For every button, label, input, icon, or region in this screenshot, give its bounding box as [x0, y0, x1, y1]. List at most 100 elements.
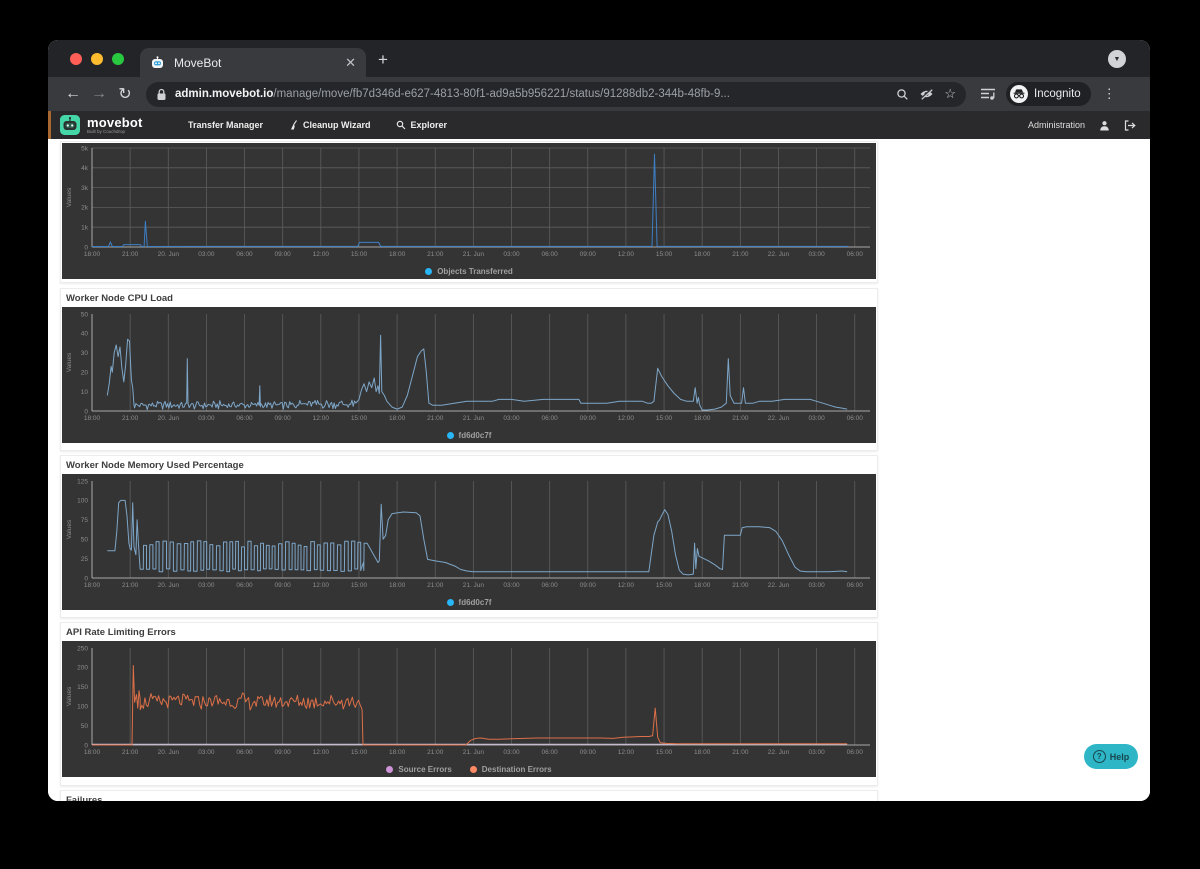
svg-text:30: 30: [81, 350, 89, 357]
svg-text:12:00: 12:00: [313, 251, 330, 258]
browser-tab[interactable]: MoveBot ✕: [140, 48, 366, 77]
svg-text:21. Jun: 21. Jun: [463, 582, 485, 589]
legend-item[interactable]: Source Errors: [386, 765, 452, 774]
svg-text:06:00: 06:00: [542, 251, 559, 258]
api-errors-title: API Rate Limiting Errors: [66, 627, 176, 638]
svg-text:250: 250: [77, 645, 88, 652]
svg-text:21:00: 21:00: [732, 415, 749, 422]
svg-text:21:00: 21:00: [122, 251, 139, 258]
svg-text:03:00: 03:00: [198, 415, 215, 422]
close-window-button[interactable]: [70, 53, 82, 65]
logout-icon[interactable]: [1124, 119, 1136, 131]
svg-text:15:00: 15:00: [656, 749, 673, 756]
svg-text:18:00: 18:00: [389, 415, 406, 422]
browser-menu-icon[interactable]: ⋮: [1103, 86, 1116, 102]
tab-close-icon[interactable]: ✕: [345, 56, 356, 69]
legend-item[interactable]: Destination Errors: [469, 765, 552, 774]
svg-text:18:00: 18:00: [84, 251, 101, 258]
nav-transfer-manager[interactable]: Transfer Manager: [188, 120, 263, 130]
navbar-accent: [48, 111, 51, 139]
search-icon: [397, 120, 406, 130]
svg-text:4k: 4k: [81, 165, 89, 172]
movebot-navbar: movebot Built by Couchdrop Transfer Mana…: [48, 111, 1150, 139]
nav-explorer[interactable]: Explorer: [396, 120, 447, 130]
cpu-load-card: Worker Node CPU Load 0 10 20 30 40 50 18:00 21:…: [60, 288, 878, 451]
minimize-window-button[interactable]: [91, 53, 103, 65]
svg-text:21:00: 21:00: [732, 582, 749, 589]
nav-cleanup-wizard-label: Cleanup Wizard: [303, 120, 371, 130]
zoom-page-icon[interactable]: [896, 88, 909, 101]
user-icon[interactable]: [1099, 120, 1110, 131]
media-controls-icon[interactable]: [980, 87, 996, 101]
new-tab-button[interactable]: +: [378, 50, 388, 70]
tab-title: MoveBot: [174, 55, 222, 70]
svg-text:06:00: 06:00: [542, 582, 559, 589]
objects-transferred-chart: 0 1k 2k 3k 4k 5k 18:00 21:00 20. Jun 03:00 06:00 09…: [62, 143, 876, 279]
svg-text:09:00: 09:00: [275, 415, 292, 422]
legend-item[interactable]: Objects Transferred: [425, 267, 513, 276]
svg-text:06:00: 06:00: [847, 749, 864, 756]
svg-text:21. Jun: 21. Jun: [463, 749, 485, 756]
nav-cleanup-wizard[interactable]: Cleanup Wizard: [289, 120, 370, 130]
svg-text:12:00: 12:00: [618, 251, 635, 258]
svg-text:12:00: 12:00: [313, 582, 330, 589]
svg-text:200: 200: [77, 665, 88, 672]
url-domain: admin.movebot.io: [175, 88, 274, 100]
back-button[interactable]: ←: [60, 85, 86, 103]
memory-used-title: Worker Node Memory Used Percentage: [66, 460, 244, 471]
svg-text:03:00: 03:00: [808, 582, 825, 589]
svg-text:18:00: 18:00: [84, 415, 101, 422]
eye-off-icon[interactable]: [919, 88, 934, 100]
url-path: /manage/move/fb7d346d-e627-4813-80f1-ad9…: [273, 88, 730, 100]
zoom-window-button[interactable]: [112, 53, 124, 65]
reload-button[interactable]: ↻: [112, 84, 138, 104]
bookmark-star-icon[interactable]: ☆: [944, 86, 956, 102]
svg-text:06:00: 06:00: [236, 749, 253, 756]
legend-dot-icon: [446, 432, 454, 439]
svg-text:Values: Values: [66, 352, 73, 372]
svg-text:06:00: 06:00: [847, 582, 864, 589]
svg-text:18:00: 18:00: [84, 582, 101, 589]
svg-text:Values: Values: [66, 686, 73, 706]
legend-dot-icon: [446, 599, 454, 606]
address-bar[interactable]: admin.movebot.io/manage/move/fb7d346d-e6…: [146, 81, 966, 107]
objects-transferred-legend: Objects Transferred: [62, 267, 876, 276]
svg-text:22. Jun: 22. Jun: [768, 582, 790, 589]
svg-text:06:00: 06:00: [236, 582, 253, 589]
svg-text:20. Jun: 20. Jun: [158, 582, 180, 589]
svg-text:12:00: 12:00: [618, 749, 635, 756]
administration-link[interactable]: Administration: [1028, 120, 1085, 130]
svg-text:21:00: 21:00: [122, 749, 139, 756]
svg-text:21:00: 21:00: [732, 251, 749, 258]
movebot-brand[interactable]: movebot Built by Couchdrop: [60, 115, 143, 135]
nav-transfer-manager-label: Transfer Manager: [188, 120, 264, 130]
legend-item[interactable]: fd6d0c7f: [446, 431, 491, 440]
legend-label: fd6d0c7f: [458, 598, 492, 607]
legend-dot-icon: [425, 268, 433, 275]
svg-text:50: 50: [81, 311, 89, 318]
svg-text:12:00: 12:00: [618, 415, 635, 422]
svg-text:21:00: 21:00: [427, 582, 444, 589]
incognito-badge: Incognito: [1006, 82, 1091, 106]
failures-title: Failures: [66, 795, 103, 801]
tab-search-button[interactable]: ▼: [1108, 50, 1126, 68]
svg-text:18:00: 18:00: [694, 251, 711, 258]
svg-text:75: 75: [81, 517, 89, 524]
svg-text:2k: 2k: [81, 205, 89, 212]
legend-label: Destination Errors: [481, 765, 552, 774]
svg-text:18:00: 18:00: [389, 251, 406, 258]
svg-text:06:00: 06:00: [236, 251, 253, 258]
svg-text:03:00: 03:00: [198, 582, 215, 589]
svg-text:03:00: 03:00: [503, 749, 520, 756]
svg-text:22. Jun: 22. Jun: [768, 251, 790, 258]
forward-button[interactable]: →: [86, 85, 112, 103]
svg-text:15:00: 15:00: [656, 582, 673, 589]
help-button[interactable]: ? Help: [1084, 744, 1138, 769]
svg-text:06:00: 06:00: [542, 415, 559, 422]
svg-text:18:00: 18:00: [694, 749, 711, 756]
broom-icon: [291, 120, 297, 130]
legend-item[interactable]: fd6d0c7f: [446, 598, 492, 607]
browser-window: MoveBot ✕ + ▼ ← → ↻ admin.movebot.io/man…: [48, 40, 1150, 801]
svg-text:12:00: 12:00: [313, 749, 330, 756]
api-errors-legend: Source Errors Destination Errors: [62, 765, 876, 774]
